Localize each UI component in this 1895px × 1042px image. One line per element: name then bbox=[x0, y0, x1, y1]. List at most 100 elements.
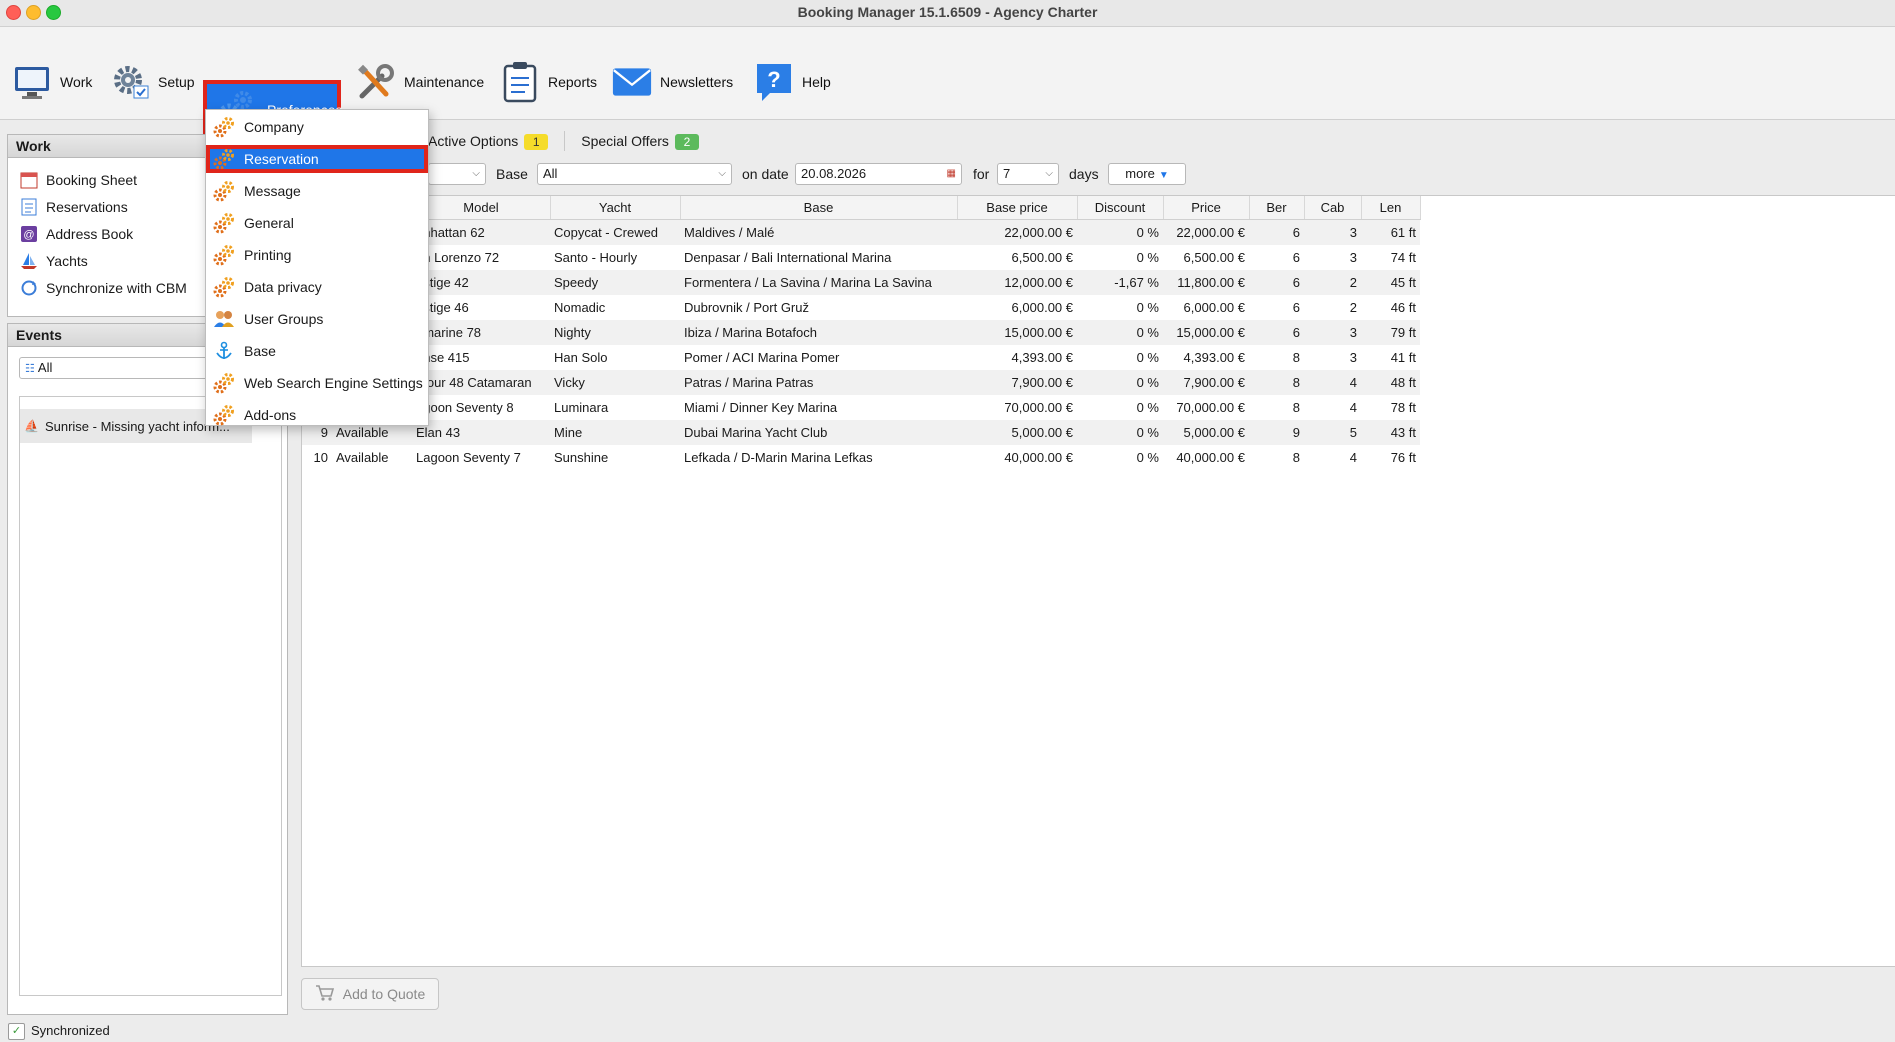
column-header-model[interactable]: Model bbox=[412, 196, 551, 220]
tab-active-options[interactable]: Active Options 1 bbox=[428, 133, 549, 150]
document-list-icon bbox=[20, 198, 38, 216]
cell-base: Maldives / Malé bbox=[680, 219, 957, 245]
base-select[interactable]: All ⌵ bbox=[537, 163, 732, 185]
svg-text:@: @ bbox=[23, 229, 34, 241]
cell-price: 40,000.00 € bbox=[1176, 450, 1245, 465]
cell-yacht: Han Solo bbox=[554, 350, 608, 365]
gears-icon bbox=[212, 243, 236, 267]
toolbar-newsletters-label: Newsletters bbox=[660, 74, 734, 90]
cell-base-price: 6,500.00 € bbox=[1011, 250, 1073, 265]
menu-item-user-groups[interactable]: User Groups bbox=[206, 305, 428, 333]
gears-icon bbox=[212, 403, 236, 427]
chevron-down-icon: ⌵ bbox=[718, 168, 726, 179]
toolbar-work-button[interactable]: Work bbox=[12, 57, 92, 107]
toolbar-help-button[interactable]: ? Help bbox=[754, 57, 831, 107]
events-filter-value: All bbox=[37, 360, 53, 375]
monitor-icon bbox=[12, 62, 52, 102]
work-item-yachts[interactable]: Yachts bbox=[20, 252, 88, 270]
cell-ber: 8 bbox=[1249, 370, 1304, 395]
cell-price: 70,000.00 € bbox=[1176, 400, 1245, 415]
list-icon: ☷ bbox=[25, 363, 38, 375]
table-row[interactable]: an Lorenzo 72 Santo - Hourly Denpasar / Ba… bbox=[302, 245, 1420, 270]
date-input[interactable]: 20.08.2026 ▦ bbox=[795, 163, 962, 185]
menu-item-general[interactable]: General bbox=[206, 209, 428, 237]
table-row[interactable]: anse 415 Han Solo Pomer / ACI Marina Pomer… bbox=[302, 345, 1420, 370]
table-row[interactable]: agoon Seventy 8 Luminara Miami / Dinner Ke… bbox=[302, 395, 1420, 420]
add-to-quote-button[interactable]: Add to Quote bbox=[301, 978, 439, 1010]
cell-model: amarine 78 bbox=[412, 320, 550, 345]
duration-select[interactable]: 7 ⌵ bbox=[997, 163, 1059, 185]
table-row[interactable]: 10 Available Lagoon Seventy 7 Sunshine Lefka… bbox=[302, 445, 1420, 470]
cell-base-price: 15,000.00 € bbox=[957, 320, 1077, 345]
more-button[interactable]: more ▼ bbox=[1108, 163, 1186, 185]
menu-item-add-ons[interactable]: Add-ons bbox=[206, 401, 428, 429]
menu-item-base[interactable]: Base bbox=[206, 337, 428, 365]
cell-base-price: 4,393.00 € bbox=[1011, 350, 1073, 365]
cell-ber: 6 bbox=[1292, 300, 1300, 315]
gear-check-icon bbox=[110, 62, 150, 102]
cell-len: 43 ft bbox=[1361, 420, 1420, 445]
cell-yacht: Mine bbox=[550, 420, 680, 445]
toolbar-newsletters-button[interactable]: Newsletters bbox=[612, 57, 733, 107]
main-toolbar: Work Setup Preferences Maintenance Repor… bbox=[0, 27, 1895, 136]
menu-item-reservation[interactable]: Reservation bbox=[206, 145, 428, 173]
cell-price: 6,000.00 € bbox=[1183, 300, 1245, 315]
table-row[interactable]: estige 42 Speedy Formentera / La Savina / … bbox=[302, 270, 1420, 295]
cell-len: 48 ft bbox=[1361, 370, 1420, 395]
menu-item-data-privacy[interactable]: Data privacy bbox=[206, 273, 428, 301]
toolbar-work-label: Work bbox=[60, 74, 93, 90]
country-select[interactable]: ⌵ bbox=[428, 163, 486, 185]
column-header-base[interactable]: Base bbox=[680, 196, 958, 220]
cell-base: Lefkada / D-Marin Marina Lefkas bbox=[684, 450, 873, 465]
cell-base: Denpasar / Bali International Marina bbox=[684, 250, 892, 265]
work-item-synchronize[interactable]: Synchronize with CBM bbox=[20, 279, 187, 297]
cell-model: agoon Seventy 8 bbox=[416, 400, 514, 415]
column-header-berths[interactable]: Ber bbox=[1249, 196, 1305, 220]
calendar-icon[interactable]: ▦ bbox=[947, 164, 956, 184]
table-row[interactable]: afour 48 Catamaran Vicky Patras / Marina P… bbox=[302, 370, 1420, 395]
cell-ber: 9 bbox=[1249, 420, 1304, 445]
column-header-yacht[interactable]: Yacht bbox=[550, 196, 681, 220]
tab-special-offers[interactable]: Special Offers 2 bbox=[581, 133, 699, 150]
column-header-base-price[interactable]: Base price bbox=[957, 196, 1078, 220]
menu-item-label: Base bbox=[244, 343, 276, 359]
menu-item-web-search-engine-settings[interactable]: Web Search Engine Settings bbox=[206, 369, 428, 397]
column-header-discount[interactable]: Discount bbox=[1077, 196, 1164, 220]
table-row[interactable]: 9 Available Elan 43 Mine Dubai Marina Yacht … bbox=[302, 420, 1420, 445]
work-item-address-book[interactable]: @ Address Book bbox=[20, 225, 133, 243]
envelope-icon bbox=[612, 62, 652, 102]
column-header-length[interactable]: Len bbox=[1361, 196, 1421, 220]
toolbar-maintenance-button[interactable]: Maintenance bbox=[356, 57, 484, 107]
table-row[interactable]: estige 46 Nomadic Dubrovnik / Port Gruž 6,0… bbox=[302, 295, 1420, 320]
cell-discount: 0 % bbox=[1136, 300, 1159, 315]
menu-item-label: Web Search Engine Settings bbox=[244, 375, 423, 391]
cell-base: Formentera / La Savina / Marina La Savin… bbox=[680, 270, 957, 295]
base-select-value: All bbox=[543, 166, 558, 181]
cell-model: estige 42 bbox=[412, 270, 550, 295]
work-item-reservations[interactable]: Reservations bbox=[20, 198, 128, 216]
cell-model: afour 48 Catamaran bbox=[412, 370, 550, 395]
toolbar-help-label: Help bbox=[802, 74, 831, 90]
cell-discount: 0 % bbox=[1077, 370, 1163, 395]
cell-discount: 0 % bbox=[1077, 320, 1163, 345]
cell-model: Elan 43 bbox=[412, 420, 550, 445]
cart-icon bbox=[315, 984, 335, 1005]
work-item-booking-sheet[interactable]: Booking Sheet bbox=[20, 171, 137, 189]
table-row[interactable]: amarine 78 Nighty Ibiza / Marina Botafoch 1… bbox=[302, 320, 1420, 345]
cell-base-price: 5,000.00 € bbox=[957, 420, 1077, 445]
toolbar-setup-button[interactable]: Setup bbox=[110, 57, 195, 107]
table-row[interactable]: anhattan 62 Copycat - Crewed Maldives / Ma… bbox=[302, 219, 1420, 245]
menu-item-message[interactable]: Message bbox=[206, 177, 428, 205]
column-header-cabins[interactable]: Cab bbox=[1304, 196, 1362, 220]
cell-yacht: Santo - Hourly bbox=[554, 250, 638, 265]
column-header-price[interactable]: Price bbox=[1163, 196, 1250, 220]
triangle-down-icon: ▼ bbox=[1158, 170, 1169, 181]
menu-item-printing[interactable]: Printing bbox=[206, 241, 428, 269]
cell-base: Pomer / ACI Marina Pomer bbox=[684, 350, 840, 365]
cell-ber: 8 bbox=[1292, 450, 1300, 465]
menu-item-company[interactable]: Company bbox=[206, 113, 428, 141]
cell-base-price: 22,000.00 € bbox=[957, 219, 1077, 245]
toolbar-reports-button[interactable]: Reports bbox=[500, 57, 597, 107]
cell-discount: -1,67 % bbox=[1077, 270, 1163, 295]
cell-ber: 6 bbox=[1249, 219, 1304, 245]
